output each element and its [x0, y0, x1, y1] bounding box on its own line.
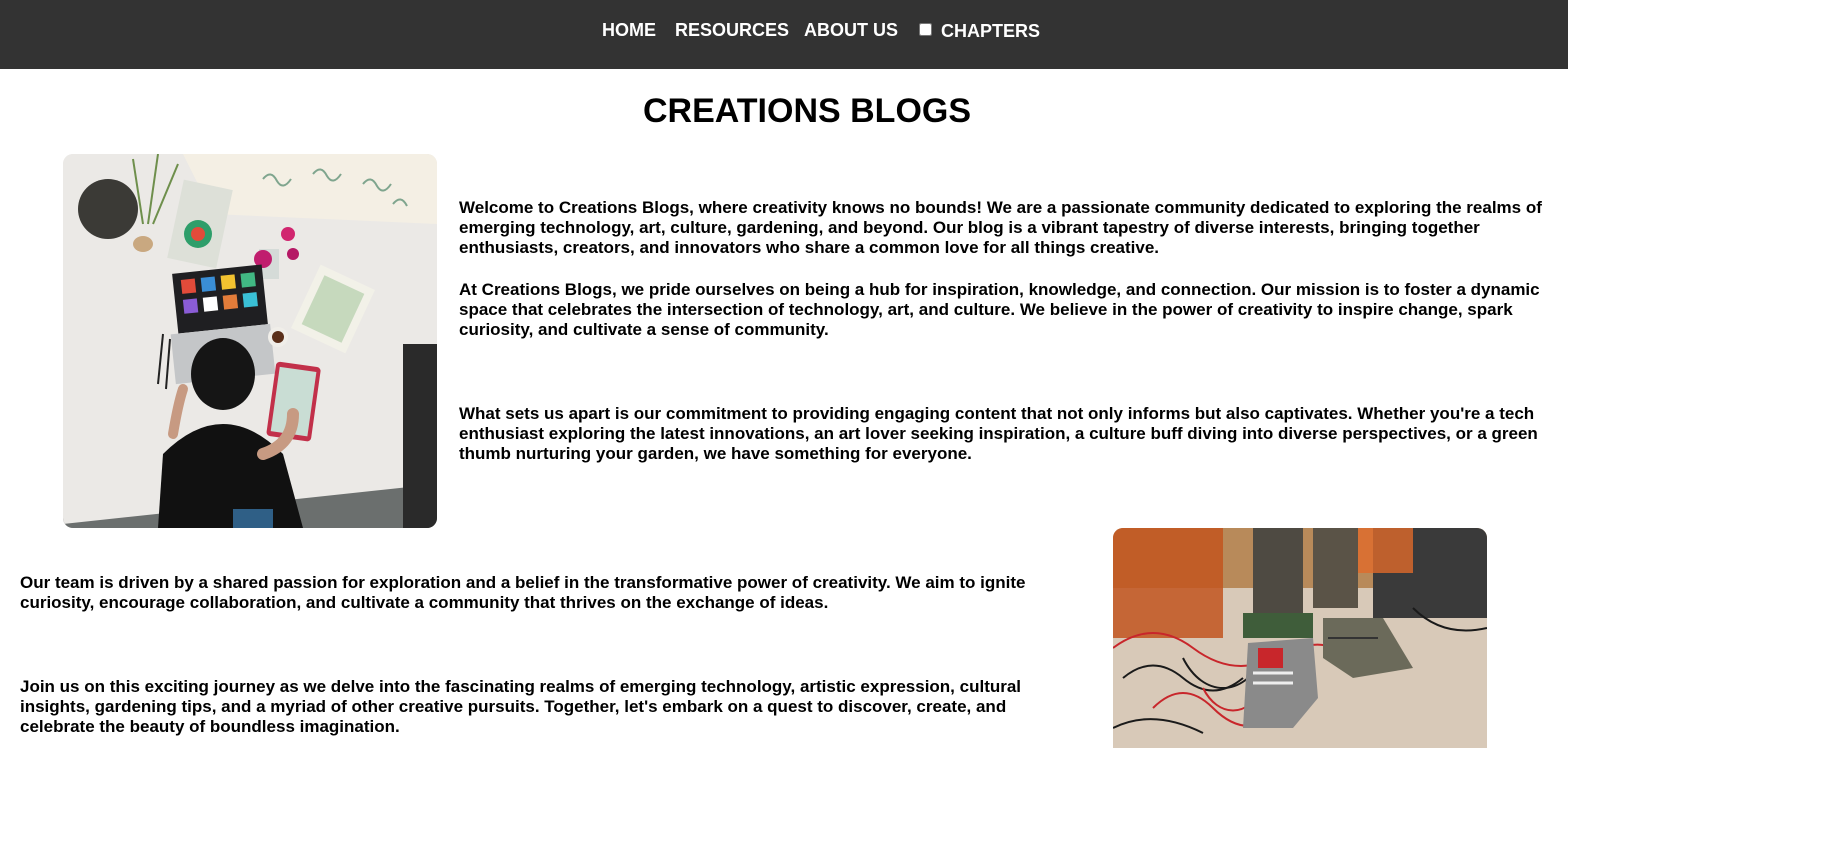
intro-paragraph-2: At Creations Blogs, we pride ourselves o…: [459, 280, 1540, 339]
nav-about-link[interactable]: ABOUT US: [804, 20, 898, 40]
sneakers-cables-photo: [1113, 528, 1487, 748]
nav-chapters-label[interactable]: CHAPTERS: [941, 21, 1040, 41]
page-title: CREATIONS BLOGS: [642, 92, 972, 130]
team-paragraph: Our team is driven by a shared passion f…: [20, 573, 1026, 612]
chapters-toggle-checkbox[interactable]: [919, 23, 932, 36]
top-navbar: HOME RESOURCES ABOUT US CHAPTERS: [0, 0, 1568, 69]
join-paragraph: Join us on this exciting journey as we d…: [20, 677, 1022, 736]
nav-resources-link[interactable]: RESOURCES: [675, 20, 789, 40]
nav-home-link[interactable]: HOME: [602, 20, 656, 40]
workspace-photo: [63, 154, 437, 528]
intro-paragraph-1: Welcome to Creations Blogs, where creati…: [459, 198, 1542, 257]
intro-paragraph-3: What sets us apart is our commitment to …: [459, 404, 1538, 463]
